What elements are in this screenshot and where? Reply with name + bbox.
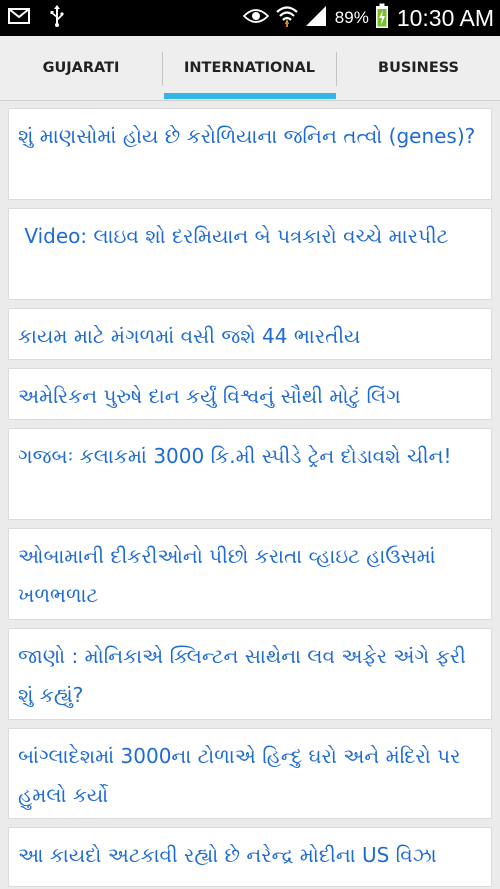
battery-percent: 89% — [334, 8, 369, 27]
category-tab-bar: GUJARATI INTERNATIONAL BUSINESS — [0, 36, 500, 101]
news-item[interactable]: બાંગ્લાદેશમાં 3000ના ટોળાએ હિન્દુ ઘરો અન… — [8, 728, 492, 819]
news-headline: શું માણસોમાં હોય છે કરોળિયાના જનિન તત્વો… — [18, 124, 476, 148]
tab-gujarati[interactable]: GUJARATI — [0, 36, 162, 100]
news-headline: જાણો : મોનિકાએ ક્લિન્ટન સાથેના લવ અફેર અ… — [18, 644, 473, 707]
news-headline: ઓબામાની દીકરીઓનો પીછો કરાતા વ્હાઇટ હાઉસમ… — [18, 544, 443, 607]
news-item[interactable]: શું માણસોમાં હોય છે કરોળિયાના જનિન તત્વો… — [8, 108, 492, 200]
usb-icon — [50, 4, 64, 32]
mail-icon — [8, 8, 30, 28]
battery-charging-icon — [375, 3, 389, 33]
system-icons: 89% 10:30 AM — [242, 0, 494, 36]
signal-icon — [305, 5, 327, 31]
selected-tab-indicator — [164, 93, 336, 99]
news-item[interactable]: જાણો : મોનિકાએ ક્લિન્ટન સાથેના લવ અફેર અ… — [8, 628, 492, 720]
news-item[interactable]: કાયમ માટે મંગળમાં વસી જશે 44 ભારતીય — [8, 308, 492, 360]
news-item[interactable]: અમેરિકન પુરુષે દાન કર્યું વિશ્વનું સૌથી … — [8, 368, 492, 420]
eye-icon — [242, 8, 270, 28]
news-headline: Video: લાઇવ શો દરમિયાન બે પત્રકારો વચ્ચે… — [18, 224, 449, 248]
news-headline: ગજબઃ કલાકમાં 3000 કિ.મી સ્પીડે ટ્રેન દોડ… — [18, 444, 452, 468]
news-item[interactable]: આ કાયદો અટકાવી રહ્યો છે નરેન્દ્ર મોદીના … — [8, 827, 492, 887]
news-headline: કાયમ માટે મંગળમાં વસી જશે 44 ભારતીય — [18, 324, 361, 348]
news-list: શું માણસોમાં હોય છે કરોળિયાના જનિન તત્વો… — [8, 108, 492, 887]
clock: 10:30 AM — [396, 4, 494, 31]
news-headline: અમેરિકન પુરુષે દાન કર્યું વિશ્વનું સૌથી … — [18, 384, 401, 408]
news-item[interactable]: ગજબઃ કલાકમાં 3000 કિ.મી સ્પીડે ટ્રેન દોડ… — [8, 428, 492, 520]
status-bar: 89% 10:30 AM — [0, 0, 500, 36]
news-item[interactable]: ઓબામાની દીકરીઓનો પીછો કરાતા વ્હાઇટ હાઉસમ… — [8, 528, 492, 620]
notification-icons — [8, 4, 64, 32]
news-headline: આ કાયદો અટકાવી રહ્યો છે નરેન્દ્ર મોદીના … — [18, 843, 437, 867]
news-headline: બાંગ્લાદેશમાં 3000ના ટોળાએ હિન્દુ ઘરો અન… — [18, 744, 467, 807]
tab-business[interactable]: BUSINESS — [337, 36, 500, 100]
wifi-icon — [275, 4, 299, 32]
news-item[interactable]: Video: લાઇવ શો દરમિયાન બે પત્રકારો વચ્ચે… — [8, 208, 492, 300]
tab-international[interactable]: INTERNATIONAL — [163, 36, 336, 100]
